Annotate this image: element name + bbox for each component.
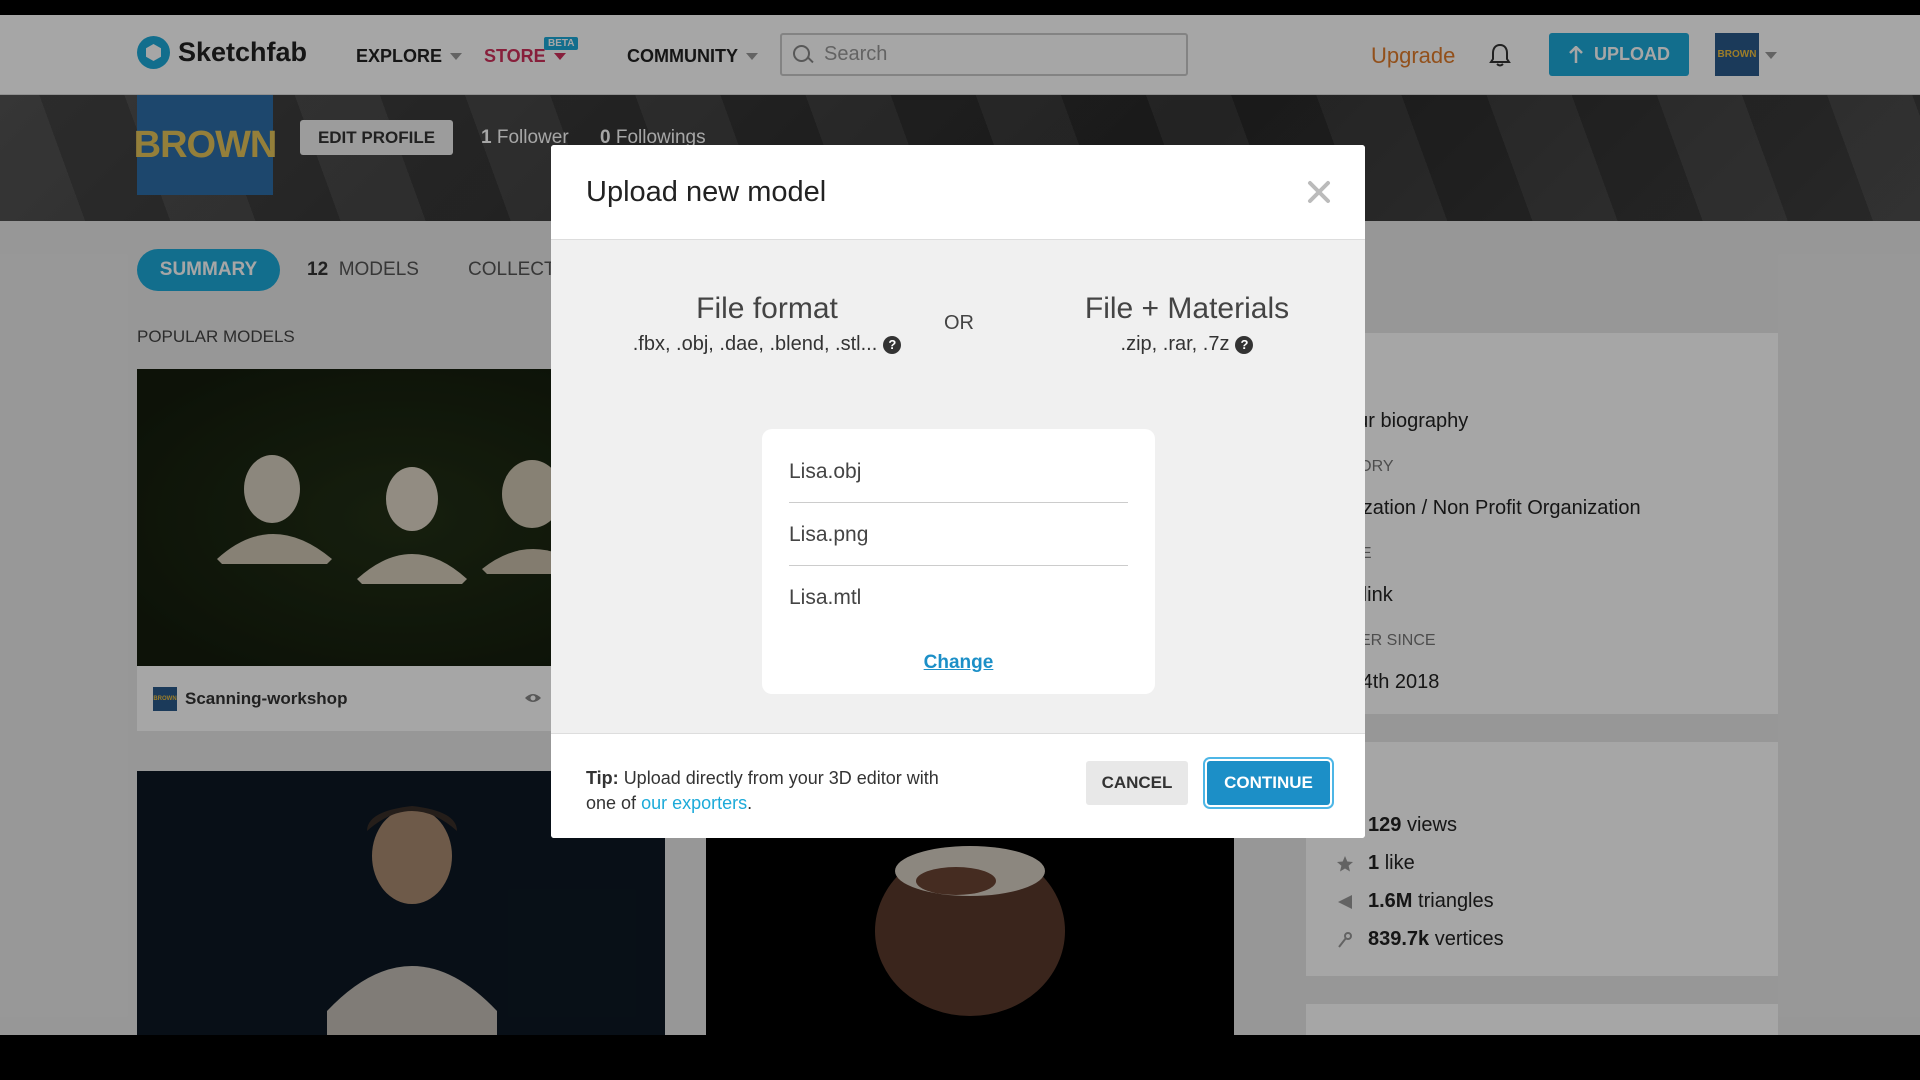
help-icon[interactable]: ? [883, 335, 902, 354]
close-icon[interactable] [1306, 179, 1332, 205]
file-format-extensions: .fbx, .obj, .dae, .blend, .stl... ? [595, 333, 939, 356]
tip-text: Upload directly from your 3D editor with… [586, 768, 939, 813]
file-item: Lisa.png [789, 523, 1128, 566]
tip-label: Tip: [586, 768, 619, 788]
materials-ext-text: .zip, .rar, .7z [1120, 333, 1230, 355]
selected-files-box: Lisa.obj Lisa.png Lisa.mtl Change [762, 429, 1155, 694]
cancel-button[interactable]: CANCEL [1086, 761, 1188, 805]
modal-footer: Tip: Upload directly from your 3D editor… [551, 733, 1365, 838]
change-files-link[interactable]: Change [762, 652, 1155, 674]
file-format-ext-text: .fbx, .obj, .dae, .blend, .stl... [632, 333, 878, 355]
file-format-title: File format [696, 292, 838, 325]
upload-modal: Upload new model File format .fbx, .obj,… [551, 145, 1365, 838]
modal-header: Upload new model [551, 145, 1365, 240]
modal-title: Upload new model [586, 176, 827, 208]
continue-button[interactable]: CONTINUE [1207, 761, 1330, 805]
upload-tip: Tip: Upload directly from your 3D editor… [586, 766, 946, 816]
file-item: Lisa.mtl [789, 586, 862, 609]
materials-title: File + Materials [1084, 292, 1290, 325]
help-icon[interactable]: ? [1235, 335, 1254, 354]
tip-end: . [747, 793, 753, 813]
app-screen: Sketchfab EXPLORE STORE BETA COMMUNITY U… [0, 15, 1920, 1035]
letterbox-bottom [0, 1035, 1920, 1080]
materials-extensions: .zip, .rar, .7z ? [1045, 333, 1329, 356]
file-item: Lisa.obj [789, 460, 1128, 503]
or-separator: OR [944, 312, 974, 334]
exporters-link[interactable]: our exporters [641, 793, 747, 813]
